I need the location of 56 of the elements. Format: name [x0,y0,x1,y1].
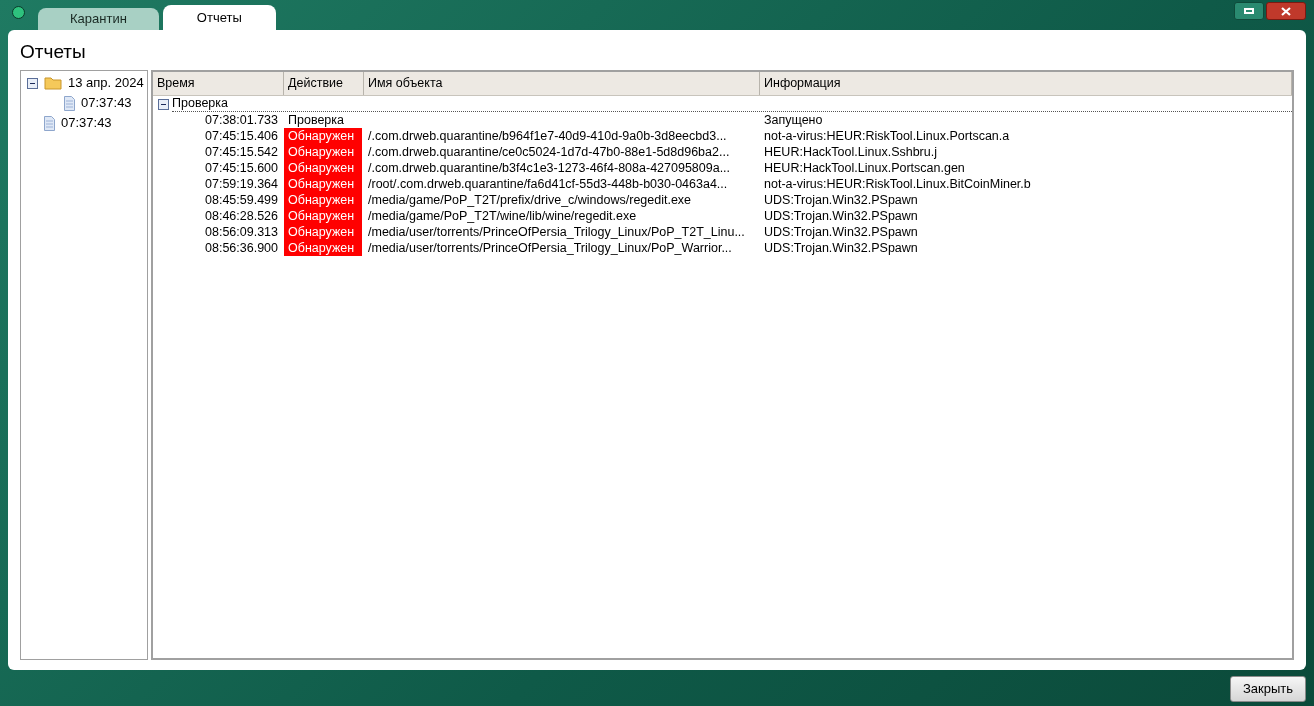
info-cell: UDS:Trojan.Win32.PSpawn [764,209,918,223]
tree-item[interactable]: 13 апр. 2024 [68,73,144,93]
object-path-cell: /.com.drweb.quarantine/b3f4c1e3-1273-46f4-808a-427095809a... [368,161,731,175]
info-cell: UDS:Trojan.Win32.PSpawn [764,225,918,239]
tree-item[interactable]: 07:37:43 [81,93,132,113]
object-path-cell: /root/.com.drweb.quarantine/fa6d41cf-55d3-448b-b030-0463a4... [368,177,728,191]
info-cell: not-a-virus:HEUR:RiskTool.Linux.Portscan.a [764,129,1010,143]
maximize-button[interactable] [1234,2,1264,20]
info-cell: Запущено [764,113,823,127]
info-cell: HEUR:HackTool.Linux.Portscan.gen [764,161,965,175]
info-cell: UDS:Trojan.Win32.PSpawn [764,193,918,207]
action-cell: Обнаружен [284,240,362,256]
group-label[interactable]: Проверка [172,96,1292,112]
time-cell-text: 07:45:15.406 [204,128,279,144]
time-cell-text: 07:38:01.733 [204,112,279,128]
tab[interactable]: Карантин [38,8,159,30]
info-cell: not-a-virus:HEUR:RiskTool.Linux.BitCoinMiner.b [764,177,1031,191]
document-icon [44,115,55,131]
collapse-icon[interactable] [158,98,169,110]
time-cell-text: 08:46:28.526 [204,208,279,224]
close-dialog-button[interactable]: Закрыть [1229,676,1306,702]
action-cell: Обнаружен [284,144,362,160]
close-button[interactable] [1266,2,1306,20]
column-header[interactable]: Имя объекта [364,72,760,95]
tab[interactable]: Отчеты [162,5,276,30]
action-cell: Обнаружен [284,128,362,144]
column-header[interactable]: Действие [284,72,364,95]
column-header[interactable]: Информация [760,72,1292,95]
action-cell-text: Проверка [287,112,345,128]
action-cell: Обнаружен [284,208,362,224]
collapse-icon[interactable] [27,77,38,89]
action-cell: Обнаружен [284,160,362,176]
info-cell: UDS:Trojan.Win32.PSpawn [764,241,918,255]
folder-icon [44,76,62,90]
column-header[interactable]: Время [153,72,284,95]
time-cell-text: 08:56:09.313 [204,224,279,240]
tree-item[interactable]: 07:37:43 [61,113,112,133]
action-cell: Обнаружен [284,192,362,208]
object-path-cell: /media/game/PoP_T2T/wine/lib/wine/regedit.exe [368,209,637,223]
object-path-cell: /.com.drweb.quarantine/ce0c5024-1d7d-47b0-88e1-5d8d96ba2... [368,145,730,159]
document-icon [64,95,75,111]
time-cell-text: 08:56:36.900 [204,240,279,256]
time-cell-text: 08:45:59.499 [204,192,279,208]
info-cell: HEUR:HackTool.Linux.Sshbru.j [764,145,937,159]
time-cell-text: 07:59:19.364 [204,176,279,192]
app-logo-icon [12,6,25,19]
action-cell: Обнаружен [284,224,362,240]
time-cell-text: 07:45:15.542 [204,144,279,160]
page-title: Отчеты [20,40,87,64]
close-icon [1281,6,1291,16]
time-cell-text: 07:45:15.600 [204,160,279,176]
object-path-cell: /media/game/PoP_T2T/prefix/drive_c/windows/regedit.exe [368,193,692,207]
object-path-cell: /media/user/torrents/PrinceOfPersia_Trilogy_Linux/PoP_T2T_Linu... [368,225,745,239]
action-cell: Обнаружен [284,176,362,192]
object-path-cell: /.com.drweb.quarantine/b964f1e7-40d9-410d-9a0b-3d8eecbd3... [368,129,727,143]
object-path-cell: /media/user/torrents/PrinceOfPersia_Trilogy_Linux/PoP_Warrior... [368,241,732,255]
